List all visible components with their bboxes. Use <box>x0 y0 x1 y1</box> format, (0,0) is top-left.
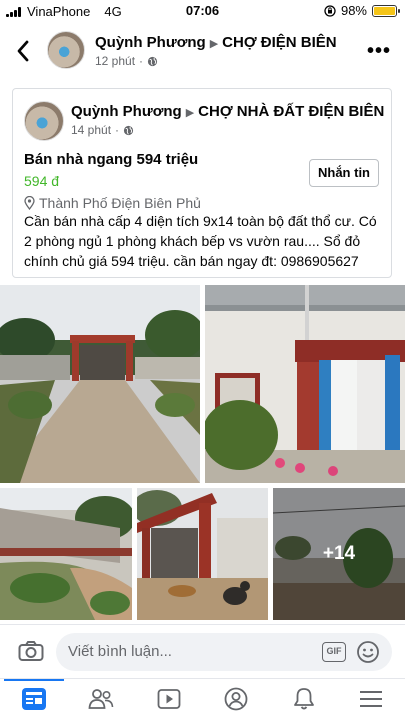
photo-5-more[interactable]: +14 <box>273 488 405 620</box>
shared-post-time: 14 phút <box>71 123 112 137</box>
more-photos-count: +14 <box>273 488 405 620</box>
camera-button[interactable] <box>18 640 44 667</box>
triangle-right-icon: ▶ <box>209 38 219 50</box>
comment-bar: Viết bình luận... GIF <box>0 624 405 678</box>
globe-icon <box>147 56 158 66</box>
listing-description: Cần bán nhà cấp 4 diện tích 9x14 toàn bộ… <box>24 213 377 269</box>
globe-icon <box>123 125 134 135</box>
shared-post-meta: 14 phút · <box>71 123 134 137</box>
hamburger-menu-icon <box>360 691 382 707</box>
post-author-line: Quỳnh Phương ▶ CHỢ ĐIỆN BIÊN <box>95 34 337 51</box>
tab-notifications[interactable] <box>290 685 318 713</box>
photo-3[interactable] <box>0 488 132 620</box>
photo-2[interactable] <box>205 285 405 483</box>
smiley-icon <box>357 641 379 663</box>
status-bar: VinaPhone 4G 07:06 98% <box>0 0 405 22</box>
shared-author-line: Quỳnh Phương ▶ CHỢ NHÀ ĐẤT ĐIỆN BIÊN <box>71 103 384 120</box>
listing-price: 594 đ <box>24 173 60 189</box>
battery-percent: 98% <box>340 3 367 18</box>
shared-author-avatar[interactable] <box>24 101 64 141</box>
comment-placeholder: Viết bình luận... <box>68 643 172 660</box>
location-text: Thành Phố Điện Biên Phủ <box>39 195 201 211</box>
author-avatar[interactable] <box>47 31 85 69</box>
dot-separator: · <box>115 123 120 137</box>
friends-icon <box>88 689 114 709</box>
chevron-left-icon <box>17 40 29 62</box>
bell-icon <box>294 688 314 710</box>
gif-button[interactable]: GIF <box>322 642 346 662</box>
camera-icon <box>18 641 44 661</box>
photo-1[interactable] <box>0 285 200 483</box>
message-seller-button[interactable]: Nhắn tin <box>309 159 379 187</box>
tab-profile[interactable] <box>222 685 250 713</box>
author-name[interactable]: Quỳnh Phương <box>95 34 206 51</box>
comment-input[interactable]: Viết bình luận... GIF <box>56 633 392 671</box>
shared-post-card[interactable]: Quỳnh Phương ▶ CHỢ NHÀ ĐẤT ĐIỆN BIÊN 14 ph… <box>12 88 392 278</box>
back-button[interactable] <box>12 36 36 62</box>
video-icon <box>157 689 181 709</box>
tab-friends[interactable] <box>87 685 115 713</box>
yard-gate-photo <box>0 285 200 483</box>
shared-group-name[interactable]: CHỢ NHÀ ĐẤT ĐIỆN BIÊN <box>198 103 384 120</box>
house-facade-photo <box>205 285 405 483</box>
listing-location: Thành Phố Điện Biên Phủ <box>24 195 201 211</box>
shared-author-name[interactable]: Quỳnh Phương <box>71 103 182 120</box>
post-header: Quỳnh Phương ▶ CHỢ ĐIỆN BIÊN 12 phút · ••• <box>0 26 405 74</box>
orientation-lock-icon <box>324 4 336 17</box>
bottom-navigation <box>0 678 405 720</box>
tab-news-feed[interactable] <box>20 685 48 713</box>
tab-menu[interactable] <box>357 685 385 713</box>
post-meta: 12 phút · <box>95 54 158 68</box>
battery-icon <box>372 4 400 17</box>
more-options-icon[interactable]: ••• <box>367 40 391 63</box>
news-feed-icon <box>22 688 46 710</box>
listing-title: Bán nhà ngang 594 triệu <box>24 151 199 168</box>
garden-wall-photo <box>0 488 132 620</box>
photo-4[interactable] <box>137 488 268 620</box>
gate-dogs-photo <box>137 488 268 620</box>
group-name[interactable]: CHỢ ĐIỆN BIÊN <box>222 34 336 51</box>
dot-separator: · <box>139 54 144 68</box>
location-pin-icon <box>24 196 35 210</box>
profile-icon <box>224 687 248 711</box>
post-time: 12 phút <box>95 54 136 68</box>
triangle-right-icon: ▶ <box>185 107 195 119</box>
active-tab-indicator <box>4 679 64 681</box>
tab-watch[interactable] <box>155 685 183 713</box>
emoji-button[interactable] <box>356 640 380 669</box>
